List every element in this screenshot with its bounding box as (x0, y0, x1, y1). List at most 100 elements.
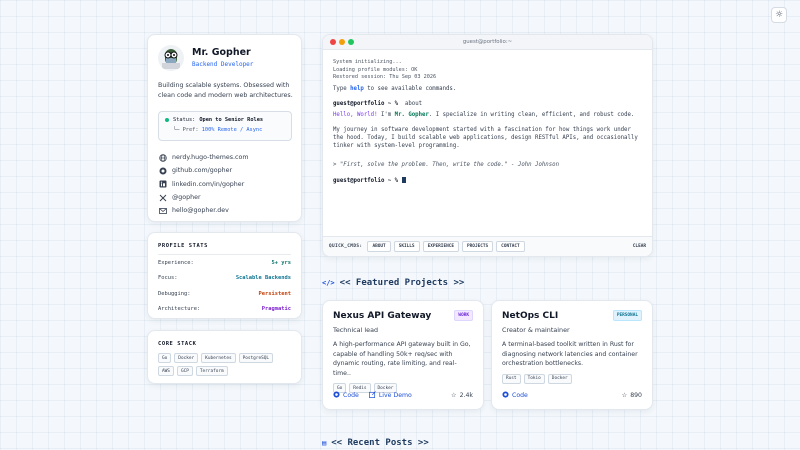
pref-label: └─ Pref: (173, 127, 199, 133)
journey-text: My journey in software development start… (333, 126, 638, 149)
code-icon: </> (322, 279, 335, 287)
terminal-output: System initializing... Loading profile m… (323, 50, 652, 185)
star-count-value: 890 (630, 392, 642, 399)
quick-cmd-projects-button[interactable]: PROJECTS (462, 241, 494, 252)
stat-value: Persistent (258, 290, 291, 297)
external-link-icon (368, 391, 376, 400)
link-x[interactable]: @gopher (158, 191, 248, 204)
hello-text: Hello, World! (333, 111, 378, 118)
project-role: Technical lead (333, 326, 379, 334)
link-website[interactable]: nerdy.hugo-themes.com (158, 151, 248, 164)
stack-heading: CORE STACK (158, 341, 197, 347)
theme-toggle-button[interactable]: ☼ (771, 7, 787, 23)
prompt: guest@portfolio ~ % (333, 177, 399, 184)
sys-line: System initializing... (333, 59, 402, 65)
recent-heading-text: << Recent Posts >> (331, 438, 429, 448)
status-dot-icon (165, 118, 169, 122)
quick-cmds-label: QUICK_CMDS: (329, 244, 363, 249)
project-description: A terminal-based toolkit written in Rust… (502, 341, 638, 367)
project-tag: Rust (502, 373, 521, 384)
status-value: Open to Senior Roles (199, 117, 264, 123)
intro-rest: . I specialize in writing clean, efficie… (428, 111, 635, 118)
code-link-label: Code (343, 392, 359, 399)
help-pre: Type (333, 85, 351, 92)
profile-name: Mr. Gopher (192, 47, 251, 58)
code-link-label: Code (512, 392, 528, 399)
stack-tag: Terraform (195, 366, 228, 376)
project-card: Nexus API Gateway WORK Technical lead A … (322, 300, 484, 410)
link-text: github.com/gopher (172, 167, 233, 175)
help-line: Type help to see available commands. (333, 85, 642, 93)
project-tags: Rust Tokio Docker (502, 373, 642, 384)
profile-bio: Building scalable systems. Obsessed with… (158, 82, 293, 99)
link-github[interactable]: github.com/gopher (158, 164, 248, 177)
live-demo-link[interactable]: Live Demo (368, 391, 412, 400)
stat-row: Architecture: Pragmatic (158, 302, 291, 318)
clear-button[interactable]: CLEAR (633, 244, 646, 249)
live-demo-label: Live Demo (378, 392, 412, 399)
stack-tag: Docker (174, 353, 199, 363)
quick-cmd-contact-button[interactable]: CONTACT (496, 241, 525, 252)
github-icon (502, 391, 509, 400)
link-linkedin[interactable]: linkedin.com/in/gopher (158, 178, 248, 191)
project-badge: WORK (454, 310, 473, 321)
me-text: Mr. Gopher (394, 111, 429, 118)
project-tag: Tokio (523, 373, 545, 384)
help-cmd: help (350, 85, 364, 92)
globe-icon (158, 153, 168, 162)
quote-text: > "First, solve the problem. Then, write… (333, 161, 559, 168)
stat-row: Focus: Scalable Backends (158, 271, 291, 287)
stack-tag: Kubernetes (201, 353, 236, 363)
stack-tags: Go Docker Kubernetes PostgreSQL AWS GCP … (158, 353, 290, 376)
github-icon (333, 391, 340, 400)
quick-cmd-experience-button[interactable]: EXPERIENCE (422, 241, 460, 252)
profile-card: Mr. Gopher Backend Developer Building sc… (147, 34, 302, 222)
core-stack-card: CORE STACK Go Docker Kubernetes PostgreS… (147, 330, 302, 384)
quick-cmd-skills-button[interactable]: SKILLS (393, 241, 420, 252)
profile-links: nerdy.hugo-themes.com github.com/gopher … (158, 151, 248, 217)
project-title[interactable]: Nexus API Gateway (333, 311, 473, 321)
stat-value: 5+ yrs (271, 259, 291, 266)
quick-cmd-about-button[interactable]: ABOUT (367, 241, 391, 252)
featured-heading-text: << Featured Projects >> (339, 278, 465, 288)
stat-value: Scalable Backends (235, 275, 291, 282)
sys-line: Restored session: Thu Sep 03 2026 (333, 74, 437, 80)
star-count: ☆ 890 (622, 392, 642, 399)
stat-label: Debugging: (158, 290, 191, 297)
sun-icon: ☼ (774, 10, 784, 20)
stat-label: Experience: (158, 259, 194, 266)
stats-heading: PROFILE STATS (158, 243, 291, 255)
stat-label: Focus: (158, 275, 178, 282)
project-description: A high-performance API gateway built in … (333, 341, 471, 377)
project-footer: Code Live Demo ☆ 2.4k (333, 391, 473, 400)
star-count: ☆ 2.4k (451, 392, 473, 399)
avatar (158, 45, 184, 71)
link-text: hello@gopher.dev (172, 207, 229, 215)
code-link[interactable]: Code (502, 391, 528, 400)
prompt: guest@portfolio ~ % (333, 100, 399, 107)
help-post: to see available commands. (363, 85, 457, 92)
pref-value: 100% Remote / Async (201, 127, 263, 133)
project-card: NetOps CLI PERSONAL Creator & maintainer… (491, 300, 653, 410)
intro-line: Hello, World! I'm Mr. Gopher. I speciali… (333, 111, 642, 119)
project-footer: Code ☆ 890 (502, 391, 642, 400)
link-text: @gopher (172, 194, 201, 202)
stack-tag: PostgreSQL (238, 353, 274, 363)
link-text: nerdy.hugo-themes.com (172, 154, 249, 162)
im-text: I'm (377, 111, 395, 118)
star-icon: ☆ (621, 392, 628, 399)
terminal-titlebar: guest@portfolio:~ (323, 35, 652, 50)
x-icon (158, 194, 168, 202)
status-box: Status: Open to Senior Roles └─ Pref: 10… (158, 111, 292, 141)
stat-row: Debugging: Persistent (158, 286, 291, 302)
active-prompt[interactable]: guest@portfolio ~ % (333, 177, 642, 185)
code-link[interactable]: Code (333, 391, 359, 400)
link-email[interactable]: hello@gopher.dev (158, 204, 248, 217)
featured-projects-heading: </> << Featured Projects >> (322, 278, 464, 288)
linkedin-icon (158, 180, 168, 188)
stack-tag: AWS (158, 366, 174, 376)
terminal-window: guest@portfolio:~ System initializing...… (322, 34, 653, 257)
star-icon: ☆ (451, 392, 457, 399)
github-icon (158, 167, 168, 175)
terminal-title: guest@portfolio:~ (462, 39, 513, 45)
